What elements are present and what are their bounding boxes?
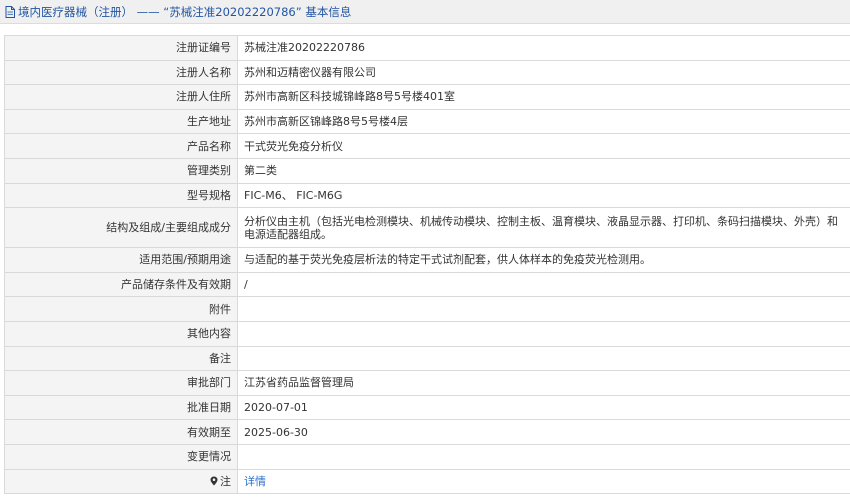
table-row: 生产地址 苏州市高新区锦峰路8号5号楼4层 (4, 108, 850, 135)
field-value: FIC-M6、 FIC-M6G (237, 182, 850, 209)
field-label: 变更情况 (4, 443, 238, 470)
table-row: 注册证编号 苏械注准20202220786 (4, 35, 850, 61)
field-label: 注册人住所 (4, 84, 238, 110)
field-label: 注册人名称 (4, 59, 238, 86)
field-label: 批准日期 (4, 394, 238, 421)
field-label: 审批部门 (4, 370, 238, 396)
note-label-cell: 注 (4, 468, 238, 495)
table-row: 产品名称 干式荧光免疫分析仪 (4, 133, 850, 159)
table-row: 注册人名称 苏州和迈精密仪器有限公司 (4, 59, 850, 86)
field-label: 适用范围/预期用途 (4, 247, 238, 273)
table-row: 产品储存条件及有效期 / (4, 271, 850, 298)
table-row: 备注 (4, 345, 850, 372)
field-value: 干式荧光免疫分析仪 (237, 133, 850, 159)
field-label: 产品储存条件及有效期 (4, 271, 238, 298)
field-value: / (237, 271, 850, 298)
table-row: 审批部门 江苏省药品监督管理局 (4, 370, 850, 396)
table-row: 批准日期 2020-07-01 (4, 394, 850, 421)
info-table: 注册证编号 苏械注准20202220786 注册人名称 苏州和迈精密仪器有限公司 注册人… (4, 35, 850, 495)
field-value: 江苏省药品监督管理局 (237, 370, 850, 396)
field-label: 备注 (4, 345, 238, 372)
field-label: 生产地址 (4, 108, 238, 135)
table-row: 变更情况 (4, 443, 850, 470)
note-label: 注 (220, 474, 231, 488)
field-label: 结构及组成/主要组成成分 (4, 207, 238, 249)
field-value: 2025-06-30 (237, 419, 850, 445)
field-value: 苏州和迈精密仪器有限公司 (237, 59, 850, 86)
info-table-body: 注册证编号 苏械注准20202220786 注册人名称 苏州和迈精密仪器有限公司 注册人… (4, 35, 850, 495)
field-value: 2020-07-01 (237, 394, 850, 421)
field-value: 苏州市高新区科技城锦峰路8号5号楼401室 (237, 84, 850, 110)
field-value (237, 345, 850, 372)
pin-icon (210, 476, 218, 486)
table-row: 适用范围/预期用途 与适配的基于荧光免疫层析法的特定干式试剂配套，供人体样本的免疫… (4, 247, 850, 273)
table-row: 附件 (4, 296, 850, 322)
page-header: 境内医疗器械（注册） —— “苏械注准20202220786” 基本信息 (0, 0, 850, 24)
field-label: 型号规格 (4, 182, 238, 209)
field-label: 产品名称 (4, 133, 238, 159)
table-row: 管理类别 第二类 (4, 157, 850, 184)
table-row: 结构及组成/主要组成成分 分析仪由主机（包括光电检测模块、机械传动模块、控制主板、… (4, 207, 850, 249)
field-value: 分析仪由主机（包括光电检测模块、机械传动模块、控制主板、温育模块、液晶显示器、打… (237, 207, 850, 249)
table-row: 有效期至 2025-06-30 (4, 419, 850, 445)
field-value (237, 296, 850, 322)
field-label: 管理类别 (4, 157, 238, 184)
page-title: 境内医疗器械（注册） —— “苏械注准20202220786” 基本信息 (18, 4, 352, 19)
table-row: 其他内容 (4, 320, 850, 347)
field-value (237, 320, 850, 347)
field-value: 与适配的基于荧光免疫层析法的特定干式试剂配套，供人体样本的免疫荧光检测用。 (237, 247, 850, 273)
note-value-cell: 详情 (237, 468, 850, 495)
document-icon (5, 5, 15, 18)
field-value: 苏械注准20202220786 (237, 35, 850, 61)
field-label: 有效期至 (4, 419, 238, 445)
note-row: 注详情 (4, 468, 850, 495)
field-label: 注册证编号 (4, 35, 238, 61)
field-label: 附件 (4, 296, 238, 322)
table-row: 注册人住所 苏州市高新区科技城锦峰路8号5号楼401室 (4, 84, 850, 110)
field-value: 苏州市高新区锦峰路8号5号楼4层 (237, 108, 850, 135)
field-value (237, 443, 850, 470)
page: 境内医疗器械（注册） —— “苏械注准20202220786” 基本信息 注册证… (0, 0, 850, 497)
field-value: 第二类 (237, 157, 850, 184)
details-link[interactable]: 详情 (244, 475, 266, 488)
table-row: 型号规格 FIC-M6、 FIC-M6G (4, 182, 850, 209)
field-label: 其他内容 (4, 320, 238, 347)
